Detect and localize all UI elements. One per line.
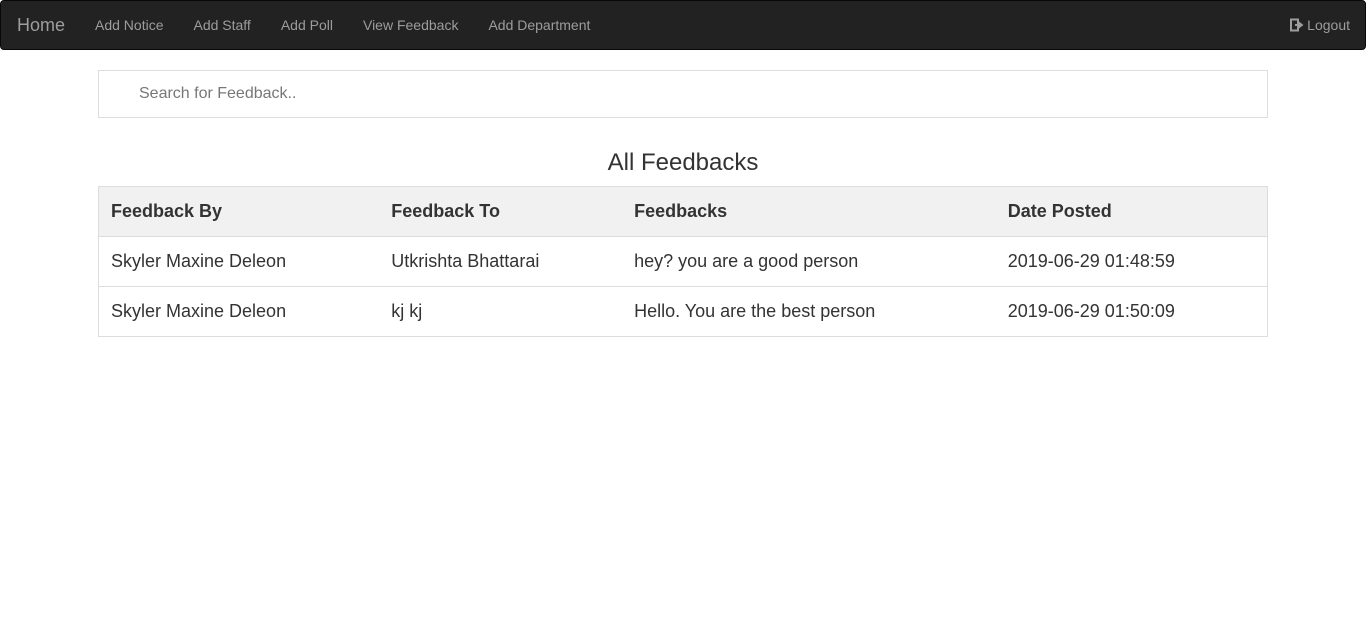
nav-add-staff[interactable]: Add Staff [178, 1, 265, 49]
column-header-feedback-by: Feedback By [98, 186, 380, 237]
feedback-table: Feedback By Feedback To Feedbacks Date P… [98, 186, 1268, 337]
cell-feedback-to: kj kj [379, 286, 623, 337]
table-row: Skyler Maxine Deleon kj kj Hello. You ar… [98, 286, 1268, 337]
cell-feedback-text: hey? you are a good person [622, 236, 996, 287]
top-navbar: Home Add Notice Add Staff Add Poll View … [0, 0, 1366, 50]
column-header-feedback-to: Feedback To [379, 186, 623, 237]
nav-links: Add Notice Add Staff Add Poll View Feedb… [80, 1, 605, 49]
column-header-date-posted: Date Posted [995, 186, 1268, 237]
search-container [98, 70, 1268, 118]
cell-feedback-by: Skyler Maxine Deleon [98, 286, 380, 337]
table-header-row: Feedback By Feedback To Feedbacks Date P… [98, 186, 1268, 237]
search-input[interactable] [98, 70, 1268, 118]
page-title: All Feedbacks [607, 149, 759, 176]
logout-link[interactable]: Logout [1290, 16, 1350, 34]
nav-add-notice[interactable]: Add Notice [80, 1, 178, 49]
nav-view-feedback[interactable]: View Feedback [348, 1, 473, 49]
logout-label: Logout [1307, 17, 1350, 33]
nav-add-department[interactable]: Add Department [473, 1, 605, 49]
table-row: Skyler Maxine Deleon Utkrishta Bhattarai… [98, 236, 1268, 287]
cell-feedback-text: Hello. You are the best person [622, 286, 996, 337]
column-header-feedbacks: Feedbacks [622, 186, 996, 237]
cell-date-posted: 2019-06-29 01:50:09 [995, 286, 1268, 337]
home-link[interactable]: Home [17, 15, 65, 35]
nav-add-poll[interactable]: Add Poll [266, 1, 348, 49]
cell-feedback-by: Skyler Maxine Deleon [98, 236, 380, 287]
logout-icon [1290, 18, 1304, 32]
cell-feedback-to: Utkrishta Bhattarai [379, 236, 623, 287]
cell-date-posted: 2019-06-29 01:48:59 [995, 236, 1268, 287]
